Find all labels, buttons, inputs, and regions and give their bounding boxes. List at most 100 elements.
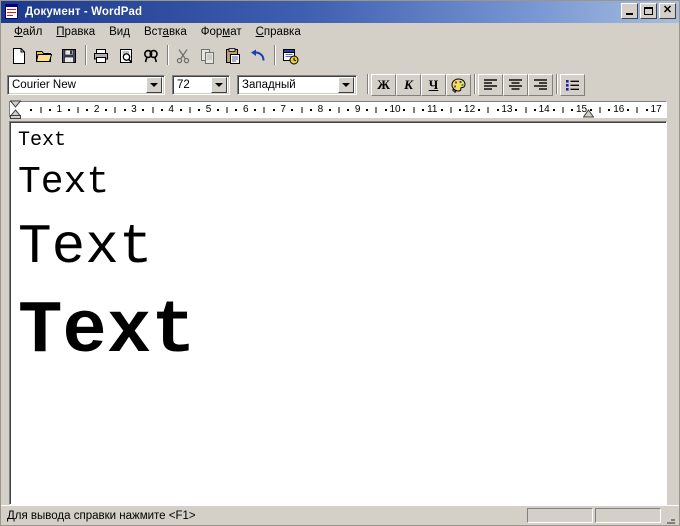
ruler-tick-label: 3 [131,104,137,115]
ruler-tick [189,107,191,113]
ruler-tick [487,107,489,113]
find-icon[interactable] [139,44,163,67]
font-size-combobox[interactable]: 72 [172,75,230,95]
menu-item-format[interactable]: Формат [194,24,249,40]
ruler-tick-label: 6 [243,104,249,115]
menu-item-edit[interactable]: Правка [49,24,102,40]
ruler-tick-label: 5 [205,104,212,115]
ruler-bar: 1 2 3 4 5 6 7 8 9 10 11 12 13 14 15 16 17 [1,99,679,121]
ruler-tick [104,109,107,111]
ruler-tick-label: 4 [168,104,174,115]
menu-item-view[interactable]: Вид [102,24,137,40]
ruler-tick [608,109,611,111]
cut-icon[interactable] [171,44,195,67]
minimize-button[interactable] [621,3,638,19]
ruler-tick-label: 12 [464,104,476,115]
paste-icon[interactable] [221,44,245,67]
ruler-tick [77,107,79,113]
underline-label: Ч [428,77,439,92]
print-preview-icon[interactable] [114,44,138,67]
document-line: Text [18,214,153,279]
formatbar-separator [471,74,478,96]
ruler-tick [366,109,369,111]
chevron-down-icon[interactable] [338,77,354,93]
status-message: Для вывода справки нажмите <F1> [7,509,196,522]
ruler-tick [636,107,638,113]
align-center-button[interactable] [503,74,528,96]
datetime-icon[interactable] [278,44,302,67]
resize-grip[interactable] [661,508,677,524]
ruler-tick [310,109,313,111]
ruler-tick [515,109,518,111]
bold-label: Ж [377,77,390,92]
ruler-tick [48,109,51,111]
ruler-tick [216,109,219,111]
menu-item-help[interactable]: Справка [249,24,308,40]
toolbar-separator [271,44,278,67]
standard-toolbar [1,41,679,71]
ruler-tick [30,109,33,111]
title-bar[interactable]: Документ - WordPad ✕ [1,1,679,23]
align-left-icon [484,79,497,90]
font-color-button[interactable] [446,74,471,96]
document-line: Text [18,290,196,375]
ruler-tick [301,107,303,113]
toolbar-separator [164,44,171,67]
ruler[interactable]: 1 2 3 4 5 6 7 8 9 10 11 12 13 14 15 16 17 [9,101,667,118]
align-right-button[interactable] [528,74,553,96]
open-icon[interactable] [32,44,56,67]
chevron-down-icon[interactable] [146,77,162,93]
print-icon[interactable] [89,44,113,67]
right-indent-marker[interactable] [582,109,594,118]
ruler-tick [338,107,340,113]
ruler-tick [533,109,536,111]
menu-item-insert[interactable]: Вставка [137,24,194,40]
ruler-tick [571,109,574,111]
color-palette-icon [451,77,466,93]
ruler-tick [40,107,42,113]
ruler-tick-label: 8 [317,104,324,115]
underline-button[interactable]: Ч [421,74,446,96]
ruler-tick [552,109,555,111]
align-left-button[interactable] [478,74,503,96]
align-right-icon [534,79,547,90]
ruler-tick-label: 2 [93,104,100,115]
ruler-tick [599,107,601,113]
font-family-combobox[interactable]: Courier New [7,75,165,95]
document-area: Text Text Text Text [1,121,679,505]
ruler-tick-label: 17 [650,104,662,115]
italic-button[interactable]: К [396,74,421,96]
ruler-tick [347,109,350,111]
ruler-tick-label: 14 [538,104,550,115]
ruler-tick [450,107,452,113]
ruler-tick [254,109,257,111]
ruler-tick [272,109,275,111]
undo-icon[interactable] [246,44,270,67]
ruler-tick [645,109,648,111]
close-button[interactable]: ✕ [659,3,676,19]
copy-icon[interactable] [196,44,220,67]
new-icon[interactable] [7,44,31,67]
ruler-tick [86,109,89,111]
ruler-tick [440,109,443,111]
ruler-tick [123,109,126,111]
save-icon[interactable] [57,44,81,67]
ruler-tick [142,109,145,111]
align-center-icon [509,79,522,90]
ruler-tick [328,109,331,111]
ruler-tick [263,107,265,113]
bold-button[interactable]: Ж [371,74,396,96]
left-indent-marker[interactable] [10,100,21,119]
document-line: Text [18,160,110,204]
script-combobox[interactable]: Западный [237,75,357,95]
ruler-tick [226,107,228,113]
maximize-button[interactable] [640,3,657,19]
ruler-tick-label: 11 [427,104,438,115]
ruler-tick-label: 10 [389,104,401,115]
ruler-tick [413,107,415,113]
document-page[interactable]: Text Text Text Text [9,121,667,505]
chevron-down-icon[interactable] [211,77,227,93]
wordpad-document-icon [4,4,20,20]
bullets-button[interactable] [560,74,585,96]
menu-item-file[interactable]: Файл [7,24,49,40]
